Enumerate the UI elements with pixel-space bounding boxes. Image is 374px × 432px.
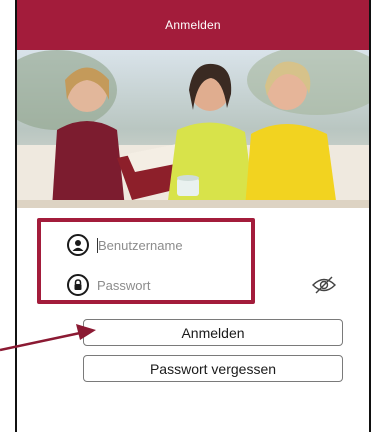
hero-image: [17, 50, 369, 208]
password-visibility-toggle[interactable]: [311, 274, 337, 296]
login-button[interactable]: Anmelden: [83, 319, 343, 346]
eye-slash-icon: [312, 276, 336, 294]
hero-photo-illustration: [17, 50, 369, 208]
highlight-box: [37, 218, 255, 304]
login-button-label: Anmelden: [181, 324, 245, 341]
phone-screen: Anmelden Benutzername Anmelden Passwort …: [15, 0, 371, 432]
forgot-password-button[interactable]: Passwort vergessen: [83, 355, 343, 382]
header-title: Anmelden: [165, 18, 221, 32]
forgot-password-label: Passwort vergessen: [149, 360, 277, 377]
screenshot-canvas: Anmelden Benutzername Anmelden Passwort …: [0, 0, 374, 432]
app-header: Anmelden: [17, 0, 369, 50]
